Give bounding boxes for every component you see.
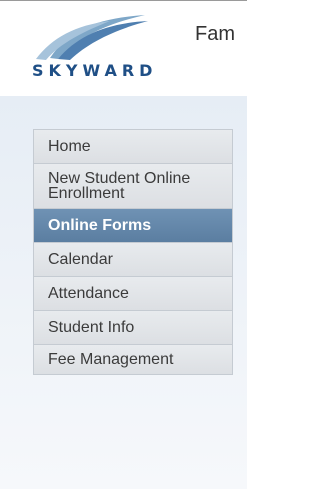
sidebar-item-label: Online Forms	[48, 217, 152, 234]
main-content: Home New Student Online Enrollment Onlin…	[0, 96, 247, 489]
sidebar-item-home[interactable]: Home	[34, 130, 232, 164]
sidebar-item-calendar[interactable]: Calendar	[34, 243, 232, 277]
page-title: Fam	[195, 23, 235, 45]
sidebar-nav: Home New Student Online Enrollment Onlin…	[33, 129, 233, 375]
skyward-logo[interactable]: SKYWARD	[30, 13, 180, 93]
sidebar-item-new-student-online-enrollment[interactable]: New Student Online Enrollment	[34, 164, 232, 209]
sidebar-item-label: Fee Management	[48, 351, 174, 368]
sidebar-item-student-info[interactable]: Student Info	[34, 311, 232, 345]
sidebar-item-fee-management[interactable]: Fee Management	[34, 345, 232, 375]
sidebar-item-online-forms[interactable]: Online Forms	[34, 209, 232, 243]
skyward-swoosh-icon	[36, 15, 148, 60]
logo-text: SKYWARD	[32, 61, 158, 80]
sidebar-item-label: Attendance	[48, 285, 129, 302]
sidebar-item-label: New Student Online Enrollment	[48, 170, 191, 202]
header: SKYWARD Fam	[0, 0, 247, 97]
sidebar-item-label: Student Info	[48, 319, 135, 336]
sidebar-item-attendance[interactable]: Attendance	[34, 277, 232, 311]
sidebar-item-label: Calendar	[48, 251, 113, 268]
sidebar-item-label: Home	[48, 138, 91, 155]
